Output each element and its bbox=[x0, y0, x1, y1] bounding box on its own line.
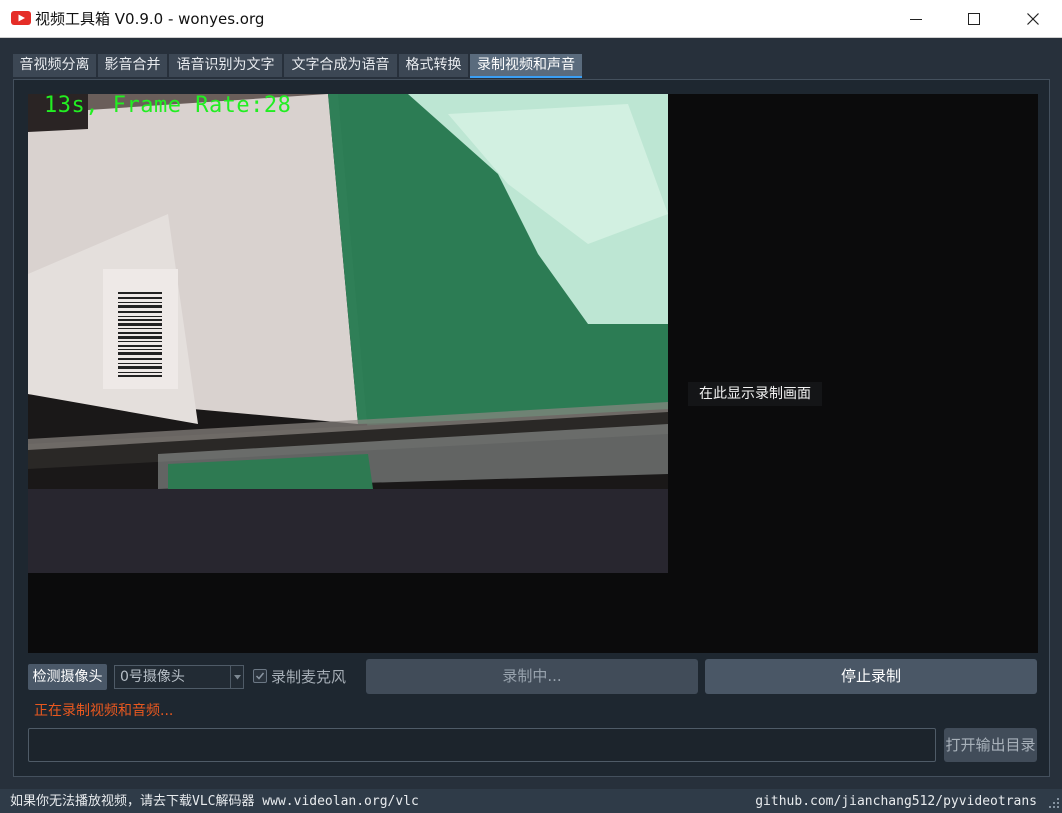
close-icon bbox=[1027, 13, 1039, 25]
minimize-button[interactable] bbox=[887, 0, 945, 38]
tab-text-to-speech[interactable]: 文字合成为语音 bbox=[284, 54, 397, 77]
checkmark-icon bbox=[255, 672, 265, 680]
record-mic-checkbox[interactable] bbox=[253, 669, 267, 683]
record-panel: 13s, Frame Rate:28 在此显示录制画面 检测摄像头 0号摄像头 … bbox=[13, 79, 1050, 777]
tab-speech-to-text[interactable]: 语音识别为文字 bbox=[169, 54, 282, 77]
app-window: 视频工具箱 V0.9.0 - wonyes.org 音视频分离 影音合并 语音识… bbox=[0, 0, 1062, 813]
preview-placeholder-label: 在此显示录制画面 bbox=[688, 382, 822, 406]
resize-grip-icon[interactable] bbox=[1046, 795, 1060, 809]
tab-format-convert[interactable]: 格式转换 bbox=[399, 54, 468, 77]
tab-av-merge[interactable]: 影音合并 bbox=[98, 54, 167, 77]
output-path-field[interactable] bbox=[28, 728, 936, 762]
open-output-dir-button[interactable]: 打开输出目录 bbox=[944, 728, 1037, 762]
close-button[interactable] bbox=[1004, 0, 1062, 38]
video-preview-area: 13s, Frame Rate:28 在此显示录制画面 bbox=[28, 93, 1038, 653]
camera-preview-image bbox=[28, 94, 668, 573]
chevron-down-icon bbox=[230, 666, 243, 688]
camera-select-value: 0号摄像头 bbox=[120, 669, 185, 685]
maximize-icon bbox=[968, 13, 980, 25]
recording-button[interactable]: 录制中... bbox=[366, 659, 698, 694]
tab-record[interactable]: 录制视频和声音 bbox=[470, 54, 582, 78]
vlc-hint-text: 如果你无法播放视频，请去下载VLC解码器 www.videolan.org/vl… bbox=[10, 794, 419, 809]
github-link[interactable]: github.com/jianchang512/pyvideotrans bbox=[755, 789, 1037, 813]
camera-select[interactable]: 0号摄像头 bbox=[114, 665, 244, 689]
status-bar: 如果你无法播放视频，请去下载VLC解码器 www.videolan.org/vl… bbox=[0, 789, 1062, 813]
tab-av-separate[interactable]: 音视频分离 bbox=[13, 54, 96, 77]
record-mic-label: 录制麦克风 bbox=[271, 668, 347, 686]
window-title: 视频工具箱 V0.9.0 - wonyes.org bbox=[35, 10, 265, 28]
maximize-button[interactable] bbox=[945, 0, 1003, 38]
stop-recording-button[interactable]: 停止录制 bbox=[705, 659, 1037, 694]
video-play-icon bbox=[11, 11, 31, 25]
preview-overlay-text: 13s, Frame Rate:28 bbox=[44, 93, 292, 118]
minimize-icon bbox=[910, 19, 922, 20]
title-bar: 视频工具箱 V0.9.0 - wonyes.org bbox=[0, 0, 1062, 38]
detect-camera-button[interactable]: 检测摄像头 bbox=[28, 664, 107, 690]
recording-status-text: 正在录制视频和音频... bbox=[34, 703, 174, 719]
